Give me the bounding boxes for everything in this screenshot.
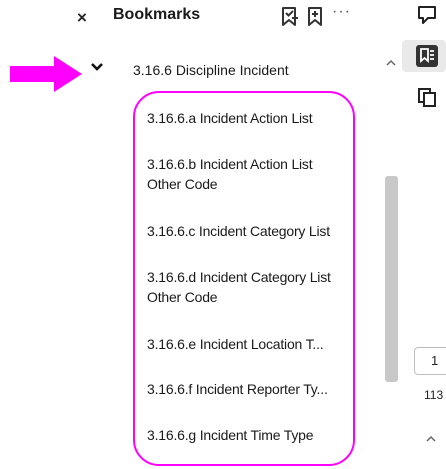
chevron-down-icon[interactable] (90, 60, 104, 74)
annotation-arrow-icon (10, 56, 82, 92)
page-number-input[interactable]: 1 (414, 347, 446, 375)
bookmark-child-item[interactable]: 3.16.6.d Incident Category List Other Co… (147, 267, 337, 307)
bookmark-root-item[interactable]: 3.16.6 Discipline Incident (86, 58, 386, 86)
bookmark-child-item[interactable]: 3.16.6.e Incident Location T... (147, 334, 349, 354)
bookmark-child-item[interactable]: 3.16.6.b Incident Action List Other Code (147, 154, 347, 194)
bookmark-add-icon[interactable] (280, 6, 300, 28)
close-button[interactable]: × (72, 8, 92, 28)
chevron-up-icon[interactable] (424, 432, 438, 446)
page-total: 113 (424, 388, 444, 402)
bookmark-child-item[interactable]: 3.16.6.c Incident Category List (147, 221, 349, 241)
bookmark-child-item[interactable]: 3.16.6.a Incident Action List (147, 108, 349, 128)
bookmark-new-icon[interactable] (305, 6, 325, 28)
bookmarks-header: × Bookmarks ··· (0, 0, 398, 38)
scroll-up-icon[interactable] (384, 56, 398, 70)
bookmarks-panel: × Bookmarks ··· 3.16.6 Discipline Incide… (0, 0, 398, 469)
scrollbar-thumb[interactable] (385, 176, 398, 382)
bookmarks-panel-button[interactable] (402, 40, 446, 72)
comment-icon[interactable] (416, 4, 438, 26)
bookmarks-panel-icon (416, 45, 438, 67)
bookmark-root-label: 3.16.6 Discipline Incident (133, 62, 289, 78)
pages-icon[interactable] (416, 86, 438, 108)
panel-title: Bookmarks (113, 6, 201, 23)
bookmark-child-item[interactable]: 3.16.6.f Incident Reporter Ty... (147, 379, 349, 399)
bookmark-child-item[interactable]: 3.16.6.g Incident Time Type (147, 425, 349, 445)
more-options-icon[interactable]: ··· (332, 3, 351, 21)
